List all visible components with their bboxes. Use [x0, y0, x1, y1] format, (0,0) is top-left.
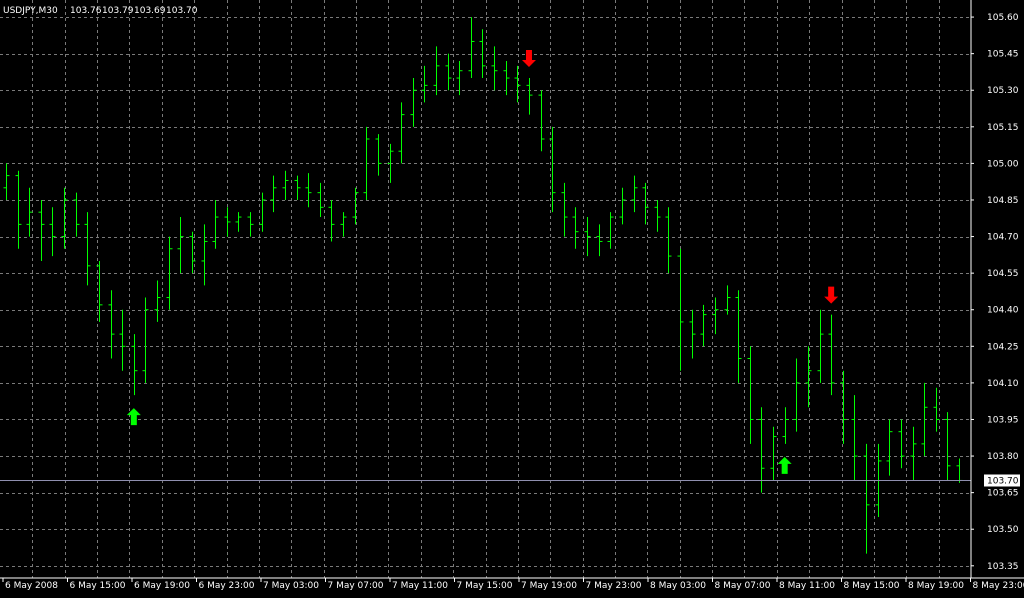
price-tick-label: 104.85 — [987, 196, 1019, 206]
time-tick-label: 8 May 11:00 — [779, 581, 835, 591]
time-tick-label: 6 May 19:00 — [134, 581, 190, 591]
time-tick-label: 8 May 03:00 — [650, 581, 706, 591]
chart-area[interactable]: 105.60 105.45 105.30 105.15 105.00 104.85 104.… — [0, 0, 1024, 594]
header-low: 103.69 — [134, 6, 166, 16]
time-tick-label: 8 May 07:00 — [715, 581, 771, 591]
time-tick-label: 7 May 23:00 — [586, 581, 642, 591]
time-tick-label: 7 May 19:00 — [521, 581, 577, 591]
price-chart[interactable]: 105.60 105.45 105.30 105.15 105.00 104.85 104.… — [0, 0, 1024, 594]
time-tick-label: 6 May 23:00 — [199, 581, 255, 591]
time-tick-label: 8 May 19:00 — [908, 581, 964, 591]
price-tick-label: 103.65 — [987, 489, 1019, 499]
price-tick-label: 103.80 — [987, 452, 1019, 462]
price-tick-label: 103.35 — [987, 562, 1019, 572]
time-tick-label: 7 May 03:00 — [263, 581, 319, 591]
price-tick-label: 105.15 — [987, 123, 1019, 133]
time-tick-label: 7 May 15:00 — [457, 581, 513, 591]
time-tick-label: 8 May 23:00 — [973, 581, 1024, 591]
header-high: 103.79 — [102, 6, 134, 16]
time-tick-label: 6 May 15:00 — [70, 581, 126, 591]
price-tick-label: 103.50 — [987, 525, 1019, 535]
price-tick-label: 104.40 — [987, 306, 1019, 316]
price-tick-label: 104.55 — [987, 269, 1019, 279]
symbol-label: USDJPY,M30 — [3, 6, 58, 16]
chart-header: USDJPY,M30 103.76 103.79 103.69 103.70 — [3, 6, 198, 16]
current-price-label: 103.70 — [987, 477, 1019, 487]
price-tick-label: 105.45 — [987, 50, 1019, 60]
time-tick-label: 8 May 15:00 — [844, 581, 900, 591]
chart-background — [0, 0, 1024, 594]
time-tick-label: 6 May 2008 — [5, 581, 58, 591]
price-tick-label: 104.70 — [987, 233, 1019, 243]
current-price-badge: 103.70 — [984, 475, 1020, 487]
header-close: 103.70 — [166, 6, 198, 16]
time-tick-label: 7 May 11:00 — [392, 581, 448, 591]
price-tick-label: 105.60 — [987, 13, 1019, 23]
time-tick-label: 7 May 07:00 — [328, 581, 384, 591]
header-open: 103.76 — [70, 6, 102, 16]
price-tick-label: 104.10 — [987, 379, 1019, 389]
price-tick-label: 103.95 — [987, 415, 1019, 425]
price-tick-label: 105.30 — [987, 86, 1019, 96]
price-tick-label: 105.00 — [987, 159, 1019, 169]
price-tick-label: 104.25 — [987, 342, 1019, 352]
